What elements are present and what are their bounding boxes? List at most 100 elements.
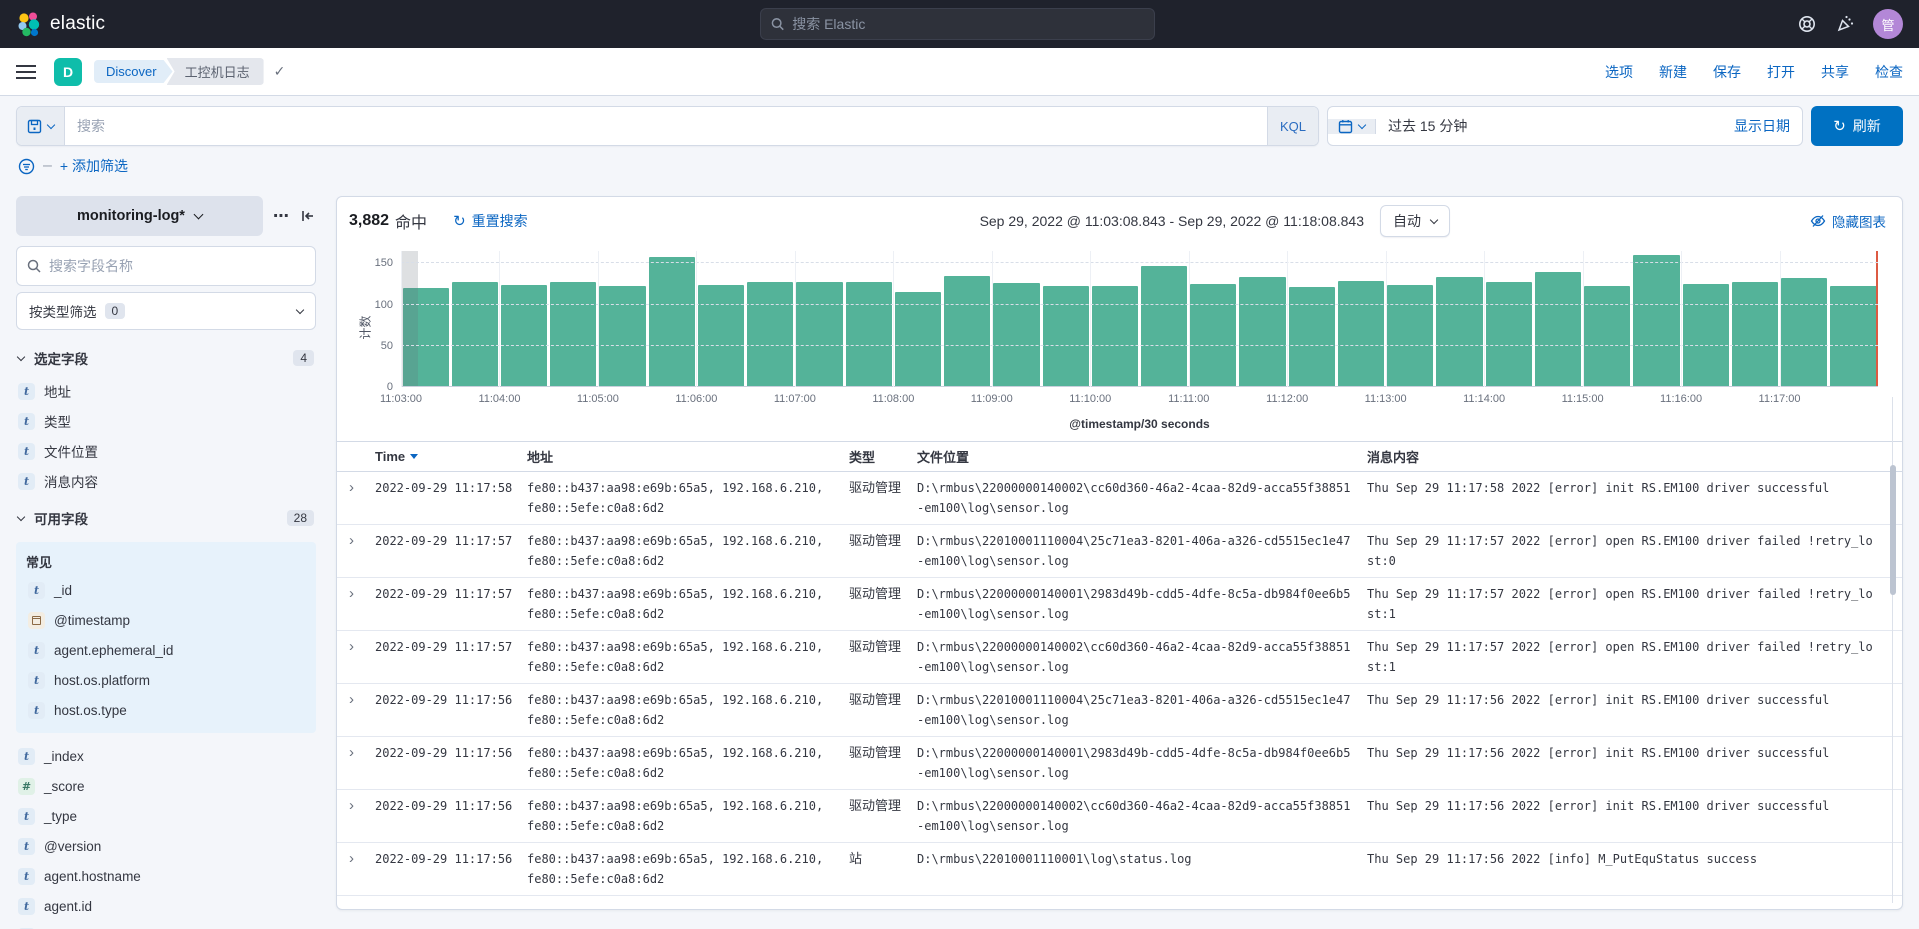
user-avatar[interactable]: 管 [1873,9,1903,39]
available-fields-section[interactable]: 可用字段 28 [16,508,314,528]
kql-toggle[interactable]: KQL [1266,107,1318,145]
histogram-bar[interactable] [1288,287,1335,387]
discover-app-badge[interactable]: D [54,57,82,86]
menu-icon[interactable] [16,64,36,79]
field-item-host.os.type[interactable]: t host.os.type [28,701,304,719]
expand-row-icon[interactable]: › [345,796,375,836]
histogram-bar[interactable] [1534,271,1582,387]
histogram-bar[interactable] [1633,255,1680,387]
histogram-bar[interactable] [697,284,745,387]
toolbar-action-共享[interactable]: 共享 [1821,62,1849,82]
field-item-agent.ephemeral_id[interactable]: t agent.ephemeral_id [28,641,304,659]
field-item-@version[interactable]: t @version [18,837,314,855]
histogram-bar[interactable] [1239,277,1286,387]
histogram-bar[interactable] [845,281,892,387]
toolbar-action-选项[interactable]: 选项 [1605,62,1633,82]
x-tick-label: 11:06:00 [675,393,718,405]
field-name: _score [44,778,85,794]
field-item-_type[interactable]: t _type [18,807,314,825]
show-dates-link[interactable]: 显示日期 [1722,116,1802,136]
field-item-地址[interactable]: t 地址 [18,382,314,400]
histogram-bar[interactable] [648,256,695,387]
histogram-bar[interactable] [993,283,1040,387]
column-header-message[interactable]: 消息内容 [1367,447,1892,466]
saved-query-menu[interactable] [17,107,65,145]
expand-row-icon[interactable]: › [345,531,375,571]
global-search[interactable] [760,8,1155,40]
boxes-horizontal-icon[interactable]: ⋯ [273,206,290,226]
toolbar-action-保存[interactable]: 保存 [1713,62,1741,82]
histogram-bar[interactable] [1485,281,1532,387]
histogram-bar[interactable] [1337,280,1385,387]
histogram-bar[interactable] [747,282,794,387]
expand-row-icon[interactable]: › [345,743,375,783]
histogram-bar[interactable] [796,282,843,387]
column-header-type[interactable]: 类型 [849,447,917,466]
field-item-_score[interactable]: # _score [18,777,314,795]
filter-by-type[interactable]: 按类型筛选 0 [16,292,316,330]
histogram-bar[interactable] [1091,286,1139,387]
selected-fields-section[interactable]: 选定字段 4 [16,348,314,368]
field-item-host.os.platform[interactable]: t host.os.platform [28,671,304,689]
field-item-消息内容[interactable]: t 消息内容 [18,472,314,490]
column-header-file[interactable]: 文件位置 [917,447,1367,466]
reset-search-link[interactable]: ↻ 重置搜索 [453,211,528,231]
global-search-input[interactable] [792,16,1144,32]
field-item-@timestamp[interactable]: @timestamp [28,611,304,629]
histogram-bar[interactable] [451,282,498,387]
time-range-value[interactable]: 过去 15 分钟 [1376,116,1479,136]
histogram-bar[interactable] [1042,286,1089,387]
column-header-address[interactable]: 地址 [527,447,849,466]
index-pattern-selector[interactable]: monitoring-log* [16,196,263,236]
histogram-bar[interactable] [1682,283,1729,387]
histogram-bar[interactable] [1830,285,1877,387]
field-item-_index[interactable]: t _index [18,747,314,765]
expand-row-icon[interactable]: › [345,584,375,624]
histogram-bar[interactable] [550,281,597,387]
expand-row-icon[interactable]: › [345,849,375,889]
histogram-bar[interactable] [1731,282,1779,387]
filter-icon[interactable] [18,158,35,175]
field-item-_id[interactable]: t _id [28,581,304,599]
field-search[interactable] [16,246,316,286]
x-gridline [1090,251,1092,387]
histogram-bar[interactable] [1584,286,1631,387]
histogram-bar[interactable] [944,275,991,387]
scrollbar-thumb[interactable] [1890,465,1896,595]
add-filter-link[interactable]: + 添加筛选 [60,156,128,176]
field-item-类型[interactable]: t 类型 [18,412,314,430]
column-header-time[interactable]: Time [375,449,527,464]
histogram-bar[interactable] [1436,276,1483,387]
field-search-input[interactable] [49,258,305,274]
expand-row-icon[interactable]: › [345,478,375,518]
breadcrumb-page[interactable]: 工控机日志 [166,58,264,85]
expand-row-icon[interactable]: › [345,690,375,730]
hide-chart-link[interactable]: 隐藏图表 [1810,211,1886,231]
expand-row-icon[interactable]: › [345,637,375,677]
query-search-input[interactable] [65,107,1267,145]
field-item-文件位置[interactable]: t 文件位置 [18,442,314,460]
toolbar-action-检查[interactable]: 检查 [1875,62,1903,82]
cell-message: Thu Sep 29 11:17:58 2022 [error] init RS… [1367,481,1830,495]
breadcrumb-app[interactable]: Discover [94,60,173,83]
interval-select[interactable]: 自动 [1380,205,1450,237]
histogram-bar[interactable] [599,285,646,387]
histogram-bar[interactable] [1781,278,1828,387]
available-count-badge: 28 [286,510,314,526]
date-quick-menu[interactable] [1328,118,1376,134]
histogram-bar[interactable] [1190,283,1237,387]
collapse-sidebar-icon[interactable] [300,208,316,224]
chevron-down-icon [16,352,26,361]
toolbar-action-新建[interactable]: 新建 [1659,62,1687,82]
toolbar-action-打开[interactable]: 打开 [1767,62,1795,82]
histogram-bar[interactable] [894,292,942,387]
histogram-bar[interactable] [1387,284,1434,387]
histogram-bar[interactable] [500,284,548,387]
help-icon[interactable] [1797,14,1817,34]
field-item-agent.hostname[interactable]: t agent.hostname [18,867,314,885]
histogram-bar[interactable] [1141,265,1188,387]
field-item-agent.id[interactable]: t agent.id [18,897,314,915]
elastic-logo[interactable]: elastic [16,11,105,37]
newsfeed-icon[interactable] [1835,14,1855,34]
refresh-button[interactable]: ↻ 刷新 [1811,106,1903,146]
